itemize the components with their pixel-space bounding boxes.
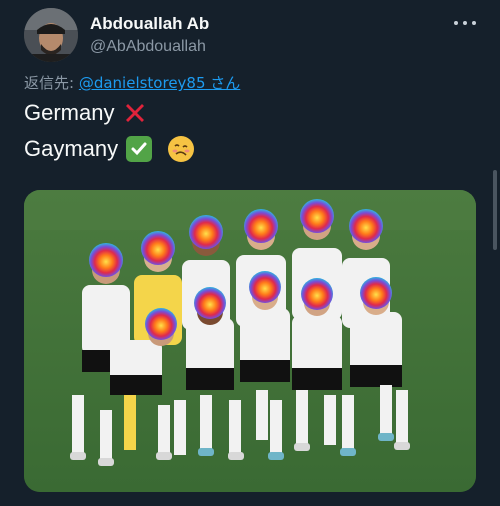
team-photo-illustration: [24, 190, 476, 492]
reply-context: 返信先: @danielstorey85 さん: [24, 72, 240, 93]
user-handle[interactable]: @AbAbdouallah: [90, 38, 206, 56]
tweet-photo[interactable]: [24, 190, 476, 492]
woozy-face-icon: [168, 136, 195, 162]
display-name[interactable]: Abdouallah Ab: [90, 14, 209, 34]
tweet-line-2-text: Gaymany: [24, 136, 119, 161]
tweet-line-2: Gaymany: [24, 136, 195, 162]
scrollbar-thumb[interactable]: [493, 170, 497, 250]
reply-mention-link[interactable]: @danielstorey85 さん: [79, 74, 240, 92]
green-check-mark-icon: [126, 136, 153, 162]
avatar[interactable]: [24, 8, 78, 62]
more-dots-icon[interactable]: [454, 16, 476, 30]
red-cross-mark-icon: [122, 100, 148, 126]
reply-prefix: 返信先:: [24, 74, 79, 92]
tweet-line-1: Germany: [24, 100, 148, 126]
tweet-line-1-text: Germany: [24, 100, 115, 125]
